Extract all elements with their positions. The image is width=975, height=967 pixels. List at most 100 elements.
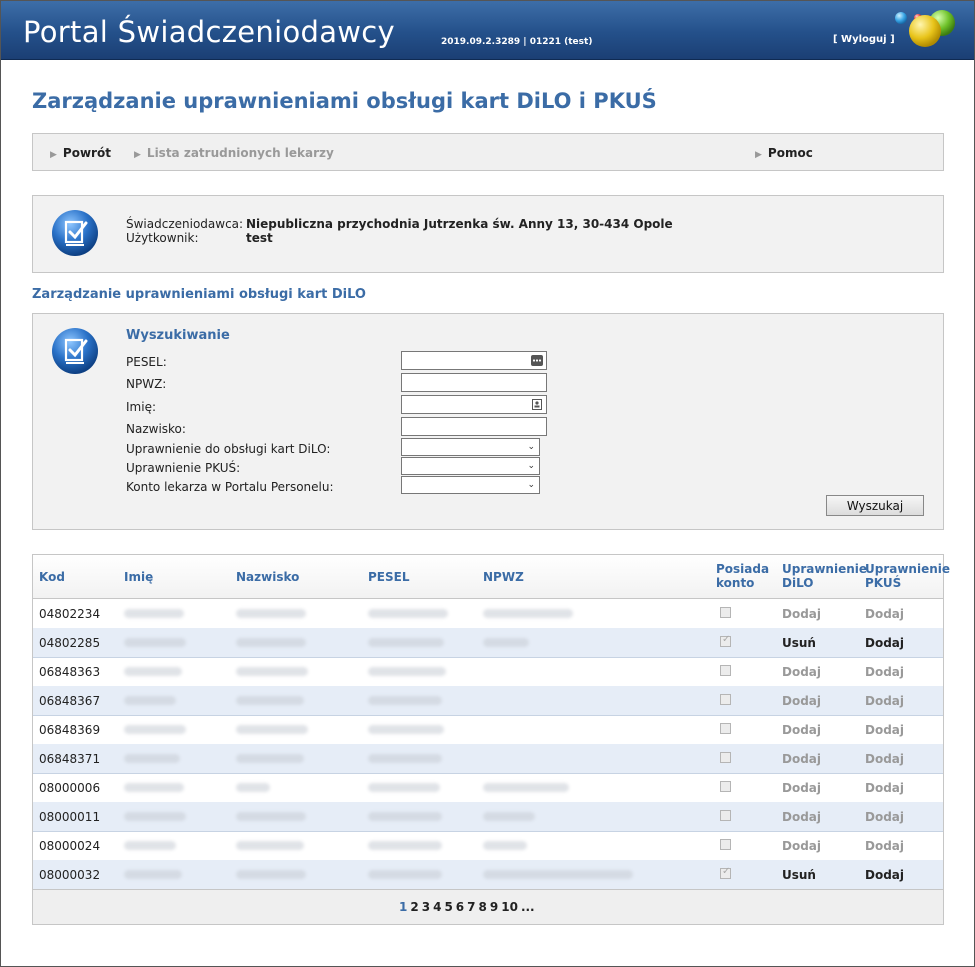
- chevron-down-icon: ⌄: [527, 461, 535, 471]
- dilo-action-link[interactable]: Dodaj: [782, 839, 821, 853]
- nav-back-link[interactable]: ▶ Powrót: [50, 146, 111, 160]
- col-npwz[interactable]: NPWZ: [483, 570, 524, 584]
- page-link[interactable]: 2: [410, 900, 418, 914]
- page-link[interactable]: ...: [521, 900, 535, 914]
- account-checkbox: ✓: [720, 866, 731, 879]
- pkus-action-link[interactable]: Dodaj: [865, 810, 904, 824]
- logout-link[interactable]: [ Wyloguj ]: [833, 34, 895, 45]
- arrow-right-icon: ▶: [134, 150, 141, 160]
- page-link[interactable]: 6: [456, 900, 464, 914]
- col-kod[interactable]: Kod: [39, 570, 65, 584]
- cell-nazwisko-redacted: [236, 870, 306, 879]
- col-dilo[interactable]: Uprawnienie DiLO: [782, 562, 867, 590]
- col-dilo-line1: Uprawnienie: [782, 562, 868, 576]
- app-window: Portal Świadczeniodawcy 2019.09.2.3289 |…: [0, 0, 975, 967]
- dilo-action-link[interactable]: Usuń: [782, 636, 816, 650]
- more-options-icon[interactable]: [531, 355, 543, 366]
- imie-label: Imię:: [126, 400, 156, 414]
- cell-kod: 04802285: [39, 636, 101, 650]
- checkmark-icon: ✓: [722, 634, 731, 645]
- pkus-action-link[interactable]: Dodaj: [865, 636, 904, 650]
- account-checkbox: [720, 694, 731, 705]
- cell-nazwisko-redacted: [236, 696, 304, 705]
- table-row: 08000032 ✓ Usuń Dodaj: [33, 860, 943, 890]
- cell-pesel-redacted: [368, 667, 446, 676]
- konto-label: Konto lekarza w Portalu Personelu:: [126, 480, 334, 494]
- col-konto[interactable]: Posiada konto: [716, 562, 769, 590]
- contact-card-icon[interactable]: [531, 399, 543, 410]
- imie-input[interactable]: [401, 395, 547, 414]
- nazwisko-label: Nazwisko:: [126, 422, 186, 436]
- dilo-action-link[interactable]: Dodaj: [782, 752, 821, 766]
- user-value: test: [246, 231, 273, 245]
- cell-imie-redacted: [124, 667, 182, 676]
- account-checkbox: [720, 723, 731, 734]
- pkus-action-link[interactable]: Dodaj: [865, 868, 904, 882]
- pkus-select[interactable]: ⌄: [401, 457, 540, 475]
- pkus-action-link[interactable]: Dodaj: [865, 607, 904, 621]
- konto-select[interactable]: ⌄: [401, 476, 540, 494]
- pkus-action-link[interactable]: Dodaj: [865, 723, 904, 737]
- col-pkus[interactable]: Uprawnienie PKUŚ: [865, 562, 950, 590]
- cell-kod: 08000011: [39, 810, 101, 824]
- nav-help-label: Pomoc: [767, 146, 813, 160]
- page-link[interactable]: 3: [422, 900, 430, 914]
- cell-kod: 06848363: [39, 665, 101, 679]
- dilo-select[interactable]: ⌄: [401, 438, 540, 456]
- page-link[interactable]: 7: [467, 900, 475, 914]
- search-button[interactable]: Wyszukaj: [826, 495, 924, 516]
- dilo-action-link[interactable]: Dodaj: [782, 694, 821, 708]
- pkus-action-link[interactable]: Dodaj: [865, 752, 904, 766]
- dilo-action-link[interactable]: Dodaj: [782, 723, 821, 737]
- pkus-action-link[interactable]: Dodaj: [865, 665, 904, 679]
- col-pkus-line1: Uprawnienie: [865, 562, 951, 576]
- pesel-input[interactable]: [401, 351, 547, 370]
- nav-bar: ▶ Powrót ▶ Lista zatrudnionych lekarzy ▶ Po…: [32, 133, 944, 171]
- col-nazwisko[interactable]: Nazwisko: [236, 570, 299, 584]
- table-row: 08000011 Dodaj Dodaj: [33, 802, 943, 832]
- account-checkbox: [720, 810, 731, 821]
- page-link[interactable]: 1: [399, 900, 407, 914]
- arrow-right-icon: ▶: [755, 150, 762, 160]
- pkus-action-link[interactable]: Dodaj: [865, 694, 904, 708]
- nav-doctors-link[interactable]: ▶ Lista zatrudnionych lekarzy: [134, 146, 334, 160]
- cell-npwz-redacted: [483, 638, 529, 647]
- table-row: 06848363 Dodaj Dodaj: [33, 657, 943, 687]
- page-link[interactable]: 5: [444, 900, 452, 914]
- nazwisko-input[interactable]: [401, 417, 547, 436]
- cell-kod: 08000032: [39, 868, 101, 882]
- dilo-action-link[interactable]: Dodaj: [782, 665, 821, 679]
- nav-help-link[interactable]: ▶ Pomoc: [755, 146, 813, 160]
- cell-imie-redacted: [124, 638, 186, 647]
- page-link[interactable]: 4: [433, 900, 441, 914]
- page-link[interactable]: 8: [479, 900, 487, 914]
- account-checkbox: [720, 839, 731, 850]
- page-link[interactable]: 10: [501, 900, 518, 914]
- col-konto-line1: Posiada: [716, 562, 770, 576]
- cell-nazwisko-redacted: [236, 841, 304, 850]
- npwz-label: NPWZ:: [126, 377, 167, 391]
- provider-value: Niepubliczna przychodnia Jutrzenka św. A…: [246, 217, 673, 231]
- pkus-action-link[interactable]: Dodaj: [865, 839, 904, 853]
- table-row: 06848369 Dodaj Dodaj: [33, 715, 943, 745]
- dilo-action-link[interactable]: Usuń: [782, 868, 816, 882]
- cell-kod: 08000024: [39, 839, 101, 853]
- npwz-input[interactable]: [401, 373, 547, 392]
- cell-nazwisko-redacted: [236, 812, 306, 821]
- col-pesel[interactable]: PESEL: [368, 570, 409, 584]
- cell-pesel-redacted: [368, 841, 442, 850]
- cell-nazwisko-redacted: [236, 638, 306, 647]
- page-link[interactable]: 9: [490, 900, 498, 914]
- header-bar: Portal Świadczeniodawcy 2019.09.2.3289 |…: [1, 1, 974, 60]
- col-imie[interactable]: Imię: [124, 570, 153, 584]
- cell-npwz-redacted: [483, 870, 633, 879]
- arrow-right-icon: ▶: [50, 150, 57, 160]
- dilo-action-link[interactable]: Dodaj: [782, 607, 821, 621]
- cell-imie-redacted: [124, 841, 176, 850]
- cell-imie-redacted: [124, 609, 184, 618]
- table-header: Kod Imię Nazwisko PESEL NPWZ Posiada kon…: [33, 555, 950, 599]
- cell-pesel-redacted: [368, 812, 442, 821]
- pkus-action-link[interactable]: Dodaj: [865, 781, 904, 795]
- dilo-action-link[interactable]: Dodaj: [782, 810, 821, 824]
- dilo-action-link[interactable]: Dodaj: [782, 781, 821, 795]
